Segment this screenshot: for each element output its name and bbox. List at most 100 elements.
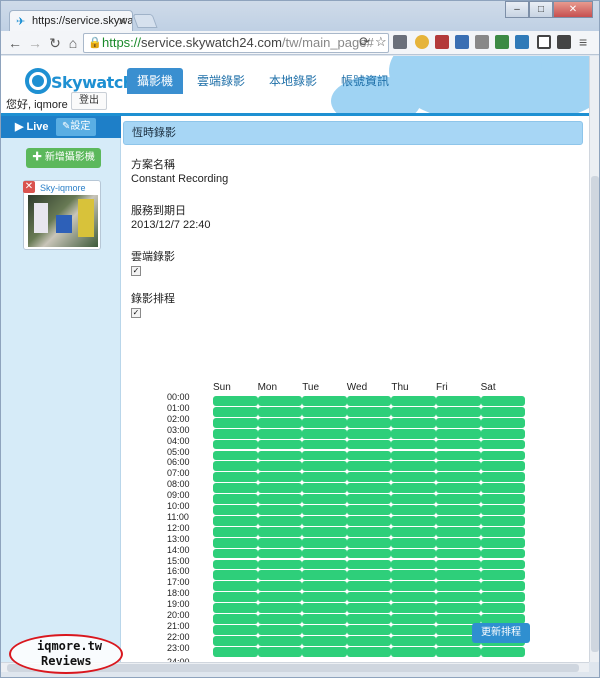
schedule-cell[interactable]: [480, 483, 526, 494]
address-bar[interactable]: 🔒 https://service.skywatch24.com/tw/main_…: [83, 33, 389, 53]
schedule-cell[interactable]: [346, 406, 392, 417]
schedule-cell[interactable]: [480, 559, 526, 570]
schedule-cell[interactable]: [213, 603, 258, 613]
schedule-cell[interactable]: [480, 537, 526, 548]
schedule-cell[interactable]: [257, 526, 303, 537]
schedule-cell[interactable]: [346, 570, 392, 581]
schedule-cell[interactable]: [391, 494, 436, 504]
schedule-cell[interactable]: [346, 505, 392, 515]
forward-arrow-icon[interactable]: →: [27, 34, 43, 52]
schedule-cell[interactable]: [302, 439, 347, 450]
vertical-scroll-thumb[interactable]: [591, 176, 599, 652]
schedule-cell[interactable]: [480, 396, 526, 406]
schedule-cell[interactable]: [302, 624, 347, 635]
schedule-cell[interactable]: [436, 592, 481, 603]
schedule-cell[interactable]: [302, 472, 347, 483]
schedule-cell[interactable]: [391, 439, 436, 450]
schedule-cell[interactable]: [391, 592, 436, 603]
schedule-cell[interactable]: [346, 472, 392, 483]
schedule-cell[interactable]: [213, 581, 258, 592]
schedule-cell[interactable]: [480, 472, 526, 483]
schedule-cell[interactable]: [257, 646, 303, 657]
schedule-checkbox[interactable]: ✓: [131, 308, 141, 318]
schedule-cell[interactable]: [213, 505, 258, 515]
schedule-cell[interactable]: [480, 406, 526, 417]
minimize-button[interactable]: –: [505, 1, 529, 18]
schedule-cell[interactable]: [257, 505, 303, 515]
schedule-cell[interactable]: [391, 548, 436, 559]
schedule-cell[interactable]: [480, 428, 526, 439]
schedule-cell[interactable]: [480, 461, 526, 472]
extension-puzzle-icon[interactable]: [495, 35, 509, 49]
schedule-cell[interactable]: [213, 417, 258, 428]
schedule-cell[interactable]: [436, 526, 481, 537]
schedule-cell[interactable]: [257, 624, 303, 635]
schedule-cell[interactable]: [480, 581, 526, 592]
schedule-cell[interactable]: [436, 396, 481, 406]
schedule-cell[interactable]: [213, 526, 258, 537]
schedule-cell[interactable]: [391, 646, 436, 657]
schedule-cell[interactable]: [346, 439, 392, 450]
extension-tool-icon[interactable]: [455, 35, 469, 49]
menu-icon[interactable]: ≡: [579, 34, 587, 50]
schedule-cell[interactable]: [391, 559, 436, 570]
update-schedule-button[interactable]: 更新排程: [472, 623, 530, 643]
camera-thumbnail[interactable]: [28, 195, 98, 247]
schedule-cell[interactable]: [436, 417, 481, 428]
close-window-button[interactable]: ✕: [553, 1, 593, 18]
schedule-cell[interactable]: [302, 406, 347, 417]
schedule-cell[interactable]: [480, 592, 526, 603]
schedule-cell[interactable]: [213, 472, 258, 483]
schedule-cell[interactable]: [302, 494, 347, 504]
schedule-cell[interactable]: [302, 450, 347, 461]
add-camera-button[interactable]: ✚ 新增攝影機: [26, 148, 101, 168]
schedule-cell[interactable]: [436, 559, 481, 570]
schedule-cell[interactable]: [213, 646, 258, 657]
schedule-cell[interactable]: [213, 548, 258, 559]
schedule-cell[interactable]: [213, 614, 258, 624]
schedule-cell[interactable]: [213, 624, 258, 635]
schedule-cell[interactable]: [346, 515, 392, 526]
schedule-cell[interactable]: [302, 603, 347, 613]
schedule-cell[interactable]: [436, 450, 481, 461]
schedule-cell[interactable]: [213, 450, 258, 461]
extension-window-icon[interactable]: [537, 35, 551, 49]
schedule-cell[interactable]: [391, 483, 436, 494]
schedule-cell[interactable]: [391, 614, 436, 624]
vertical-scrollbar[interactable]: [589, 56, 599, 662]
schedule-cell[interactable]: [391, 526, 436, 537]
schedule-cell[interactable]: [391, 515, 436, 526]
settings-button[interactable]: ✎設定: [56, 118, 97, 136]
schedule-cell[interactable]: [346, 526, 392, 537]
extension-book-icon[interactable]: [435, 35, 449, 49]
schedule-cell[interactable]: [302, 646, 347, 657]
schedule-cell[interactable]: [302, 428, 347, 439]
schedule-cell[interactable]: [302, 537, 347, 548]
schedule-cell[interactable]: [346, 559, 392, 570]
schedule-cell[interactable]: [213, 559, 258, 570]
schedule-cell[interactable]: [480, 646, 526, 657]
schedule-cell[interactable]: [391, 570, 436, 581]
schedule-cell[interactable]: [302, 526, 347, 537]
schedule-cell[interactable]: [302, 559, 347, 570]
schedule-cell[interactable]: [480, 505, 526, 515]
schedule-cell[interactable]: [213, 570, 258, 581]
schedule-cell[interactable]: [346, 428, 392, 439]
home-icon[interactable]: ⌂: [65, 34, 81, 52]
schedule-cell[interactable]: [436, 537, 481, 548]
schedule-cell[interactable]: [436, 461, 481, 472]
nav-tab-cloud-recording[interactable]: 雲端錄影: [187, 68, 255, 94]
schedule-cell[interactable]: [257, 494, 303, 504]
extension-dark-icon[interactable]: [557, 35, 571, 49]
schedule-cell[interactable]: [346, 461, 392, 472]
schedule-cell[interactable]: [346, 396, 392, 406]
schedule-cell[interactable]: [346, 537, 392, 548]
schedule-cell[interactable]: [436, 406, 481, 417]
schedule-cell[interactable]: [213, 439, 258, 450]
schedule-cell[interactable]: [346, 624, 392, 635]
schedule-cell[interactable]: [391, 624, 436, 635]
schedule-cell[interactable]: [480, 439, 526, 450]
extension-badge-icon[interactable]: [415, 35, 429, 49]
schedule-cell[interactable]: [257, 428, 303, 439]
schedule-cell[interactable]: [436, 472, 481, 483]
